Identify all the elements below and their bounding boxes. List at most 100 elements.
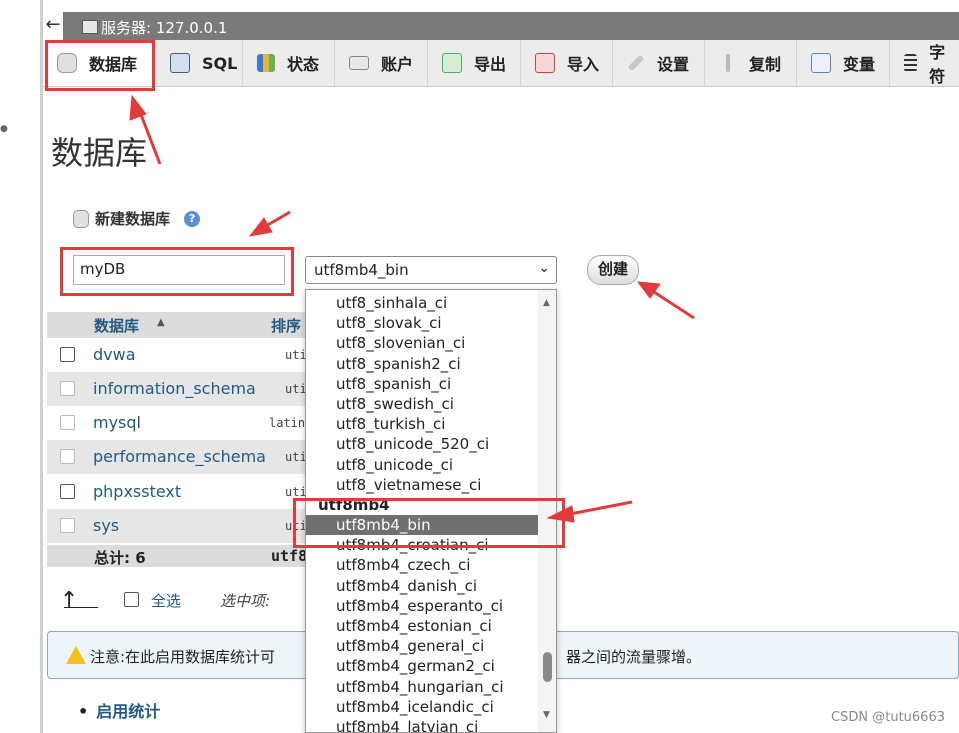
row-checkbox[interactable] [60,347,75,362]
collation-option[interactable]: utf8_unicode_520_ci [306,434,538,454]
select-all-checkbox[interactable] [124,592,139,607]
database-link[interactable]: performance_schema [93,447,266,466]
warning-icon [66,646,86,664]
scroll-thumb[interactable] [543,652,552,682]
row-checkbox [60,449,75,464]
server-breadcrumb-bar: ← 服务器: 127.0.0.1 [43,12,959,40]
charset-icon [904,54,918,72]
scroll-up-icon[interactable]: ▲ [543,298,550,308]
enable-statistics-link[interactable]: 启用统计 [78,698,160,722]
variables-icon [811,53,831,73]
collation-option[interactable]: utf8_turkish_ci [306,414,538,434]
collation-option[interactable]: utf8mb4_czech_ci [306,555,538,575]
collation-option[interactable]: utf8mb4_german2_ci [306,656,538,676]
collation-option[interactable]: utf8_slovak_ci [306,313,538,333]
collation-cell: latin [269,416,306,430]
server-icon [82,20,98,34]
tab-label: 设置 [657,55,690,74]
database-link[interactable]: dvwa [93,345,136,364]
create-button[interactable]: 创建 [587,255,639,285]
server-label[interactable]: 服务器: 127.0.0.1 [101,17,227,38]
table-row: performance_schema uti [47,440,307,474]
collation-option[interactable]: utf8mb4_latvian_ci [306,717,538,732]
collation-option[interactable]: utf8mb4_icelandic_ci [306,697,538,717]
total-label: 总计: 6 [94,549,146,567]
tab-sql[interactable]: SQL [156,40,243,86]
collation-option[interactable]: utf8_swedish_ci [306,394,538,414]
page-title: 数据库 [51,134,148,172]
table-total-row: 总计: 6 utf8 [47,545,307,567]
tab-replication[interactable]: 复制 [705,40,797,86]
collation-select[interactable]: utf8mb4_bin ⌄ [305,256,557,284]
row-checkbox [60,518,75,533]
collation-option[interactable]: utf8_spanish_ci [306,374,538,394]
collation-cell: uti [285,382,307,396]
table-row: information_schema uti [47,372,307,406]
main-tab-bar: 数据库 SQL 状态 账户 导出 导入 设置 复制 变量 字符 [43,40,959,87]
annotation-arrowhead-tab [129,94,147,121]
annotation-box-selected-collation [293,498,565,548]
collation-option[interactable]: utf8mb4_esperanto_ci [306,596,538,616]
scroll-down-icon[interactable]: ▼ [543,710,550,720]
annotation-box-databases-tab [45,40,155,91]
annotation-arrowhead-create [636,281,661,299]
notice-text-right: 器之间的流量骤增。 [566,648,702,666]
collation-option[interactable]: utf8_spanish2_ci [306,354,538,374]
sql-icon [170,53,190,73]
tab-label: SQL [202,53,238,73]
replication-icon [726,54,730,72]
annotation-arrow-create [653,290,695,320]
database-link[interactable]: sys [93,516,119,535]
collation-option[interactable]: utf8_slovenian_ci [306,333,538,353]
database-link[interactable]: mysql [93,413,141,432]
tab-import[interactable]: 导入 [521,40,613,86]
row-checkbox [60,381,75,396]
collation-cell: uti [285,485,307,499]
new-database-heading: 新建数据库 ? [73,208,201,229]
collation-option[interactable]: utf8_vietnamese_ci [306,475,538,495]
tab-label: 变量 [843,55,876,74]
status-chart-icon [257,54,275,72]
export-icon [442,53,462,73]
row-checkbox [60,415,75,430]
with-selected-label: 选中项: [220,592,271,610]
collation-option[interactable]: utf8mb4_hungarian_ci [306,677,538,697]
select-all-label[interactable]: 全选 [151,590,181,611]
annotation-arrowhead-name [248,217,273,237]
collation-selected-value: utf8mb4_bin [314,261,409,279]
table-row: dvwa uti [47,338,307,372]
collation-option[interactable]: utf8mb4_general_ci [306,636,538,656]
collation-option[interactable]: utf8mb4_danish_ci [306,576,538,596]
table-header: 数据库 ▲ 排序 [47,312,307,338]
tab-accounts[interactable]: 账户 [335,40,428,86]
collation-option[interactable]: utf8_unicode_ci [306,455,538,475]
collation-option[interactable]: utf8mb4_estonian_ci [306,616,538,636]
row-checkbox[interactable] [60,484,75,499]
annotation-arrow-collation [569,500,633,516]
back-arrow-icon[interactable]: ← [43,12,63,40]
import-icon [535,53,555,73]
tab-settings[interactable]: 设置 [613,40,705,86]
tab-variables[interactable]: 变量 [797,40,890,86]
database-link[interactable]: information_schema [93,379,256,398]
left-panel-divider[interactable] [40,0,43,733]
database-link[interactable]: phpxsstext [93,482,181,501]
collation-option[interactable]: utf8_sinhala_ci [306,293,538,313]
accounts-icon [349,56,369,70]
tab-charsets[interactable]: 字符 [890,40,959,86]
tab-export[interactable]: 导出 [428,40,521,86]
column-header-database[interactable]: 数据库 [94,315,139,336]
collation-cell: uti [285,450,307,464]
tab-status[interactable]: 状态 [243,40,335,86]
help-icon[interactable]: ? [184,210,201,227]
tab-label: 状态 [287,55,320,74]
sort-ascending-icon: ▲ [157,317,165,328]
collation-cell: uti [285,348,307,362]
watermark-text: CSDN @tutu6663 [831,710,945,725]
left-panel-edge [0,0,40,733]
notice-text-left: 注意:在此启用数据库统计可 [90,648,276,666]
tab-label: 复制 [749,55,782,74]
column-header-collation[interactable]: 排序 [271,315,301,336]
collapse-handle-icon[interactable]: ● [0,124,8,134]
annotation-box-name-input [60,247,294,296]
